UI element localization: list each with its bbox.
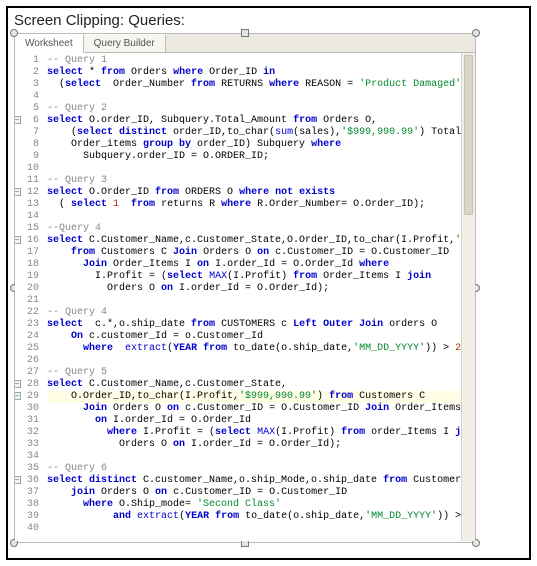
code-line[interactable]: Orders O on I.order_Id = O.Order_Id); bbox=[47, 283, 475, 295]
gutter-line: 29− bbox=[15, 391, 39, 403]
resize-handle-top-mid[interactable] bbox=[241, 29, 249, 37]
screenshot-clip[interactable]: Worksheet Query Builder 123456−789101112… bbox=[14, 33, 476, 543]
code-line[interactable]: Join Order_Items I on I.order_Id = O.Ord… bbox=[47, 259, 475, 271]
gutter-line: 12− bbox=[15, 187, 39, 199]
code-line[interactable]: select C.Customer_Name,c.Customer_State,… bbox=[47, 235, 475, 247]
fold-toggle-icon[interactable]: − bbox=[15, 236, 21, 244]
code-line[interactable]: Orders O on I.order_Id = O.Order_Id); bbox=[47, 439, 475, 451]
gutter-line: 28− bbox=[15, 379, 39, 391]
code-line[interactable] bbox=[47, 91, 475, 103]
gutter-line: 20 bbox=[15, 283, 39, 295]
code-line[interactable]: Subquery.order_ID = O.ORDER_ID; bbox=[47, 151, 475, 163]
gutter-line: 1 bbox=[15, 55, 39, 67]
code-line[interactable]: select distinct C.customer_Name,o.ship_M… bbox=[47, 475, 475, 487]
gutter-line: 10 bbox=[15, 163, 39, 175]
gutter-line: 6− bbox=[15, 115, 39, 127]
code-line[interactable]: O.Order_ID,to_char(I.Profit,'$999,990.99… bbox=[47, 391, 475, 403]
tab-worksheet[interactable]: Worksheet bbox=[15, 34, 84, 53]
gutter-line: 11 bbox=[15, 175, 39, 187]
gutter-line: 31 bbox=[15, 415, 39, 427]
sql-editor[interactable]: 123456−789101112−13141516−17181920212223… bbox=[15, 53, 475, 541]
code-area[interactable]: -- Query 1select * from Orders where Ord… bbox=[43, 53, 475, 541]
gutter-line: 8 bbox=[15, 139, 39, 151]
code-line[interactable]: -- Query 5 bbox=[47, 367, 475, 379]
code-line[interactable]: (select distinct order_ID,to_char(sum(sa… bbox=[47, 127, 475, 139]
code-line[interactable]: -- Query 1 bbox=[47, 55, 475, 67]
gutter-line: 37 bbox=[15, 487, 39, 499]
code-line[interactable] bbox=[47, 163, 475, 175]
code-line[interactable]: select O.order_ID, Subquery.Total_Amount… bbox=[47, 115, 475, 127]
code-line[interactable]: (select Order_Number from RETURNS where … bbox=[47, 79, 475, 91]
code-line[interactable]: select O.Order_ID from ORDERS O where no… bbox=[47, 187, 475, 199]
code-line[interactable]: Join Orders O on c.Customer_ID = O.Custo… bbox=[47, 403, 475, 415]
gutter-line: 40 bbox=[15, 523, 39, 535]
gutter-line: 17 bbox=[15, 247, 39, 259]
resize-handle-top-left[interactable] bbox=[10, 29, 18, 37]
code-line[interactable]: and extract(YEAR from to_date(o.ship_dat… bbox=[47, 511, 475, 523]
code-line[interactable] bbox=[47, 295, 475, 307]
code-line[interactable] bbox=[47, 451, 475, 463]
fold-toggle-icon[interactable]: − bbox=[15, 380, 21, 388]
gutter-line: 36− bbox=[15, 475, 39, 487]
code-line[interactable]: select C.Customer_Name,c.Customer_State, bbox=[47, 379, 475, 391]
gutter-line: 32 bbox=[15, 427, 39, 439]
gutter-line: 21 bbox=[15, 295, 39, 307]
code-line[interactable]: -- Query 2 bbox=[47, 103, 475, 115]
vertical-scrollbar[interactable] bbox=[461, 53, 475, 541]
code-line[interactable]: from Customers C Join Orders O on c.Cust… bbox=[47, 247, 475, 259]
gutter-line: 2 bbox=[15, 67, 39, 79]
code-line[interactable]: select c.*,o.ship_date from CUSTOMERS c … bbox=[47, 319, 475, 331]
code-line[interactable]: -- Query 4 bbox=[47, 307, 475, 319]
tab-query-builder[interactable]: Query Builder bbox=[84, 34, 166, 52]
code-line[interactable]: I.Profit = (select MAX(I.Profit) from Or… bbox=[47, 271, 475, 283]
gutter-line: 23 bbox=[15, 319, 39, 331]
code-line[interactable]: -- Query 3 bbox=[47, 175, 475, 187]
gutter-line: 26 bbox=[15, 355, 39, 367]
document-frame: Screen Clipping: Queries: Worksheet Quer… bbox=[6, 6, 531, 560]
gutter-line: 33 bbox=[15, 439, 39, 451]
resize-handle-top-right[interactable] bbox=[472, 29, 480, 37]
gutter-line: 19 bbox=[15, 271, 39, 283]
gutter-line: 9 bbox=[15, 151, 39, 163]
gutter-line: 30 bbox=[15, 403, 39, 415]
code-line[interactable] bbox=[47, 211, 475, 223]
gutter-line: 13 bbox=[15, 199, 39, 211]
gutter-line: 39 bbox=[15, 511, 39, 523]
code-line[interactable]: On c.customer_Id = o.Customer_Id bbox=[47, 331, 475, 343]
gutter-line: 18 bbox=[15, 259, 39, 271]
code-line[interactable]: join Orders O on c.Customer_ID = O.Custo… bbox=[47, 487, 475, 499]
line-gutter: 123456−789101112−13141516−17181920212223… bbox=[15, 53, 43, 541]
clip-title: Screen Clipping: Queries: bbox=[14, 12, 523, 29]
code-line[interactable]: on I.order_Id = O.Order_Id bbox=[47, 415, 475, 427]
code-line[interactable]: Order_items group by order_ID) Subquery … bbox=[47, 139, 475, 151]
fold-toggle-icon[interactable]: − bbox=[15, 392, 21, 400]
gutter-line: 7 bbox=[15, 127, 39, 139]
gutter-line: 25 bbox=[15, 343, 39, 355]
gutter-line: 16− bbox=[15, 235, 39, 247]
gutter-line: 3 bbox=[15, 79, 39, 91]
gutter-line: 5 bbox=[15, 103, 39, 115]
fold-toggle-icon[interactable]: − bbox=[15, 116, 21, 124]
gutter-line: 15 bbox=[15, 223, 39, 235]
code-line[interactable]: --Query 4 bbox=[47, 223, 475, 235]
gutter-line: 27 bbox=[15, 367, 39, 379]
code-line[interactable]: ( select 1 from returns R where R.Order_… bbox=[47, 199, 475, 211]
gutter-line: 24 bbox=[15, 331, 39, 343]
code-line[interactable]: select * from Orders where Order_ID in bbox=[47, 67, 475, 79]
gutter-line: 34 bbox=[15, 451, 39, 463]
scrollbar-thumb[interactable] bbox=[464, 55, 473, 215]
code-line[interactable] bbox=[47, 355, 475, 367]
gutter-line: 38 bbox=[15, 499, 39, 511]
gutter-line: 35 bbox=[15, 463, 39, 475]
fold-toggle-icon[interactable]: − bbox=[15, 188, 21, 196]
fold-toggle-icon[interactable]: − bbox=[15, 476, 21, 484]
code-line[interactable] bbox=[47, 523, 475, 535]
gutter-line: 22 bbox=[15, 307, 39, 319]
gutter-line: 4 bbox=[15, 91, 39, 103]
code-line[interactable]: -- Query 6 bbox=[47, 463, 475, 475]
code-line[interactable]: where I.Profit = (select MAX(I.Profit) f… bbox=[47, 427, 475, 439]
code-line[interactable]: where O.Ship_mode= 'Second Class' bbox=[47, 499, 475, 511]
gutter-line: 14 bbox=[15, 211, 39, 223]
code-line[interactable]: where extract(YEAR from to_date(o.ship_d… bbox=[47, 343, 475, 355]
